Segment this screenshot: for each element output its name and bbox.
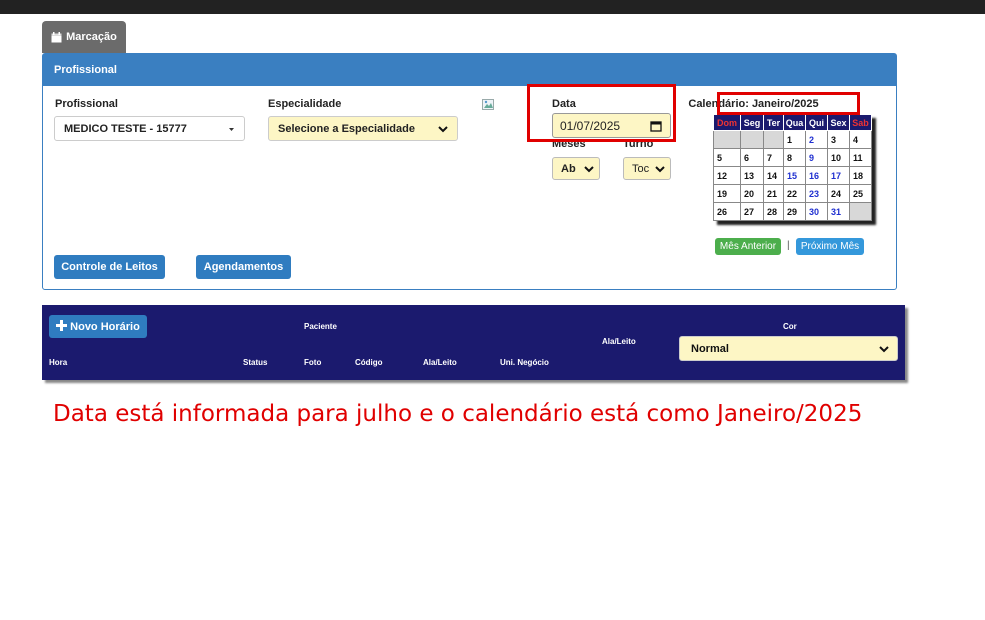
calendar-day[interactable]: 11 — [849, 148, 872, 167]
weekday-header: Seg — [740, 114, 764, 131]
calendar-week: 19 20 21 22 23 24 25 — [713, 184, 872, 203]
tab-label: Marcação — [66, 31, 117, 43]
plus-icon — [56, 319, 68, 334]
weekday-header: Sex — [827, 114, 850, 131]
calendar-week: 1 2 3 4 — [713, 130, 872, 149]
novo-horario-label: Novo Horário — [70, 320, 140, 333]
weekday-header: Qui — [805, 114, 828, 131]
calendar-day[interactable]: 3 — [827, 130, 850, 149]
meses-select[interactable]: Ab — [552, 157, 600, 180]
calendar-day[interactable]: 15 — [783, 166, 806, 185]
agendamentos-button[interactable]: Agendamentos — [196, 255, 291, 279]
calendar-day[interactable]: 14 — [763, 166, 784, 185]
calendar-day[interactable]: 24 — [827, 184, 850, 203]
data-label: Data — [552, 98, 576, 110]
top-bar — [0, 0, 985, 14]
cor-select[interactable]: Normal — [679, 336, 898, 361]
calendar-day[interactable]: 22 — [783, 184, 806, 203]
calendar-table: Dom Seg Ter Qua Qui Sex Sab 1 2 3 4 5 6 — [713, 114, 872, 221]
header-ala-leito: Ala/Leito — [423, 358, 457, 367]
calendar-day[interactable]: 19 — [713, 184, 741, 203]
calendar-day[interactable]: 18 — [849, 166, 872, 185]
calendar-day[interactable]: 20 — [740, 184, 764, 203]
calendar-day-empty — [849, 202, 872, 221]
chevron-down-icon — [438, 124, 448, 137]
header-status: Status — [243, 358, 268, 367]
profissional-select[interactable]: MEDICO TESTE - 15777 — [54, 116, 245, 141]
broken-image-icon — [482, 98, 496, 110]
turno-label: Turno — [623, 138, 654, 150]
calendar-day[interactable]: 17 — [827, 166, 850, 185]
calendar-day[interactable]: 6 — [740, 148, 764, 167]
especialidade-label: Especialidade — [268, 98, 342, 110]
calendar-week: 12 13 14 15 16 17 18 — [713, 166, 872, 185]
calendar-day[interactable]: 26 — [713, 202, 741, 221]
chevron-down-icon — [584, 165, 594, 177]
annotation-text: Data está informada para julho e o calen… — [53, 401, 863, 427]
header-codigo: Código — [355, 358, 383, 367]
header-uni-negocio: Uni. Negócio — [500, 358, 549, 367]
calendar-title: Calendário: Janeiro/2025 — [688, 98, 819, 110]
calendar-day[interactable]: 30 — [805, 202, 828, 221]
turno-value: Toc — [632, 162, 650, 175]
panel-title: Profissional — [43, 54, 896, 86]
calendar-day-empty — [763, 130, 784, 149]
calendar-day[interactable]: 28 — [763, 202, 784, 221]
calendar-day[interactable]: 5 — [713, 148, 741, 167]
calendar-day[interactable]: 1 — [783, 130, 806, 149]
calendar-day[interactable]: 29 — [783, 202, 806, 221]
meses-label: Meses — [552, 138, 586, 150]
tab-marcacao[interactable]: Marcação — [42, 21, 126, 53]
weekday-header: Sab — [849, 114, 872, 131]
data-input[interactable]: 01/07/2025 — [552, 113, 671, 138]
calendar-week: 26 27 28 29 30 31 — [713, 202, 872, 221]
header-foto: Foto — [304, 358, 322, 367]
schedule-header: Novo Horário Paciente Ala/Leito Cor Hora… — [42, 305, 905, 380]
header-hora: Hora — [49, 358, 68, 367]
calendar-day[interactable]: 13 — [740, 166, 764, 185]
cor-value: Normal — [691, 342, 729, 355]
calendar-day[interactable]: 10 — [827, 148, 850, 167]
calendar-icon — [51, 31, 62, 43]
next-month-button[interactable]: Próximo Mês — [796, 238, 864, 255]
header-cor: Cor — [783, 322, 797, 331]
calendar-day-empty — [740, 130, 764, 149]
data-value: 01/07/2025 — [560, 118, 621, 133]
chevron-down-icon — [879, 344, 889, 357]
calendar-day[interactable]: 12 — [713, 166, 741, 185]
calendar-week: 5 6 7 8 9 10 11 — [713, 148, 872, 167]
especialidade-select[interactable]: Selecione a Especialidade — [268, 116, 458, 141]
header-ala-leito-top: Ala/Leito — [602, 337, 636, 346]
calendar-day[interactable]: 16 — [805, 166, 828, 185]
chevron-down-icon — [655, 165, 665, 177]
controle-leitos-button[interactable]: Controle de Leitos — [54, 255, 165, 279]
calendar-day[interactable]: 4 — [849, 130, 872, 149]
weekday-header: Qua — [783, 114, 806, 131]
calendar-day[interactable]: 2 — [805, 130, 828, 149]
calendar-day[interactable]: 9 — [805, 148, 828, 167]
calendar-picker-icon[interactable] — [650, 120, 662, 135]
turno-select[interactable]: Toc — [623, 157, 671, 180]
calendar-day[interactable]: 23 — [805, 184, 828, 203]
caret-down-icon — [228, 124, 235, 137]
profissional-panel: Profissional Profissional MEDICO TESTE -… — [42, 53, 897, 290]
calendar-day-empty — [713, 130, 741, 149]
calendar-day[interactable]: 25 — [849, 184, 872, 203]
meses-value: Ab — [561, 162, 576, 175]
calendar-day[interactable]: 31 — [827, 202, 850, 221]
calendar-day[interactable]: 8 — [783, 148, 806, 167]
calendar-day[interactable]: 21 — [763, 184, 784, 203]
prev-month-button[interactable]: Mês Anterior — [715, 238, 781, 255]
weekday-header: Ter — [763, 114, 784, 131]
weekday-header: Dom — [713, 114, 741, 131]
profissional-value: MEDICO TESTE - 15777 — [64, 122, 187, 135]
profissional-label: Profissional — [55, 98, 118, 110]
calendar-day[interactable]: 27 — [740, 202, 764, 221]
novo-horario-button[interactable]: Novo Horário — [49, 315, 147, 338]
header-paciente: Paciente — [304, 322, 337, 331]
especialidade-value: Selecione a Especialidade — [278, 122, 415, 135]
separator: | — [787, 240, 790, 251]
calendar-day[interactable]: 7 — [763, 148, 784, 167]
